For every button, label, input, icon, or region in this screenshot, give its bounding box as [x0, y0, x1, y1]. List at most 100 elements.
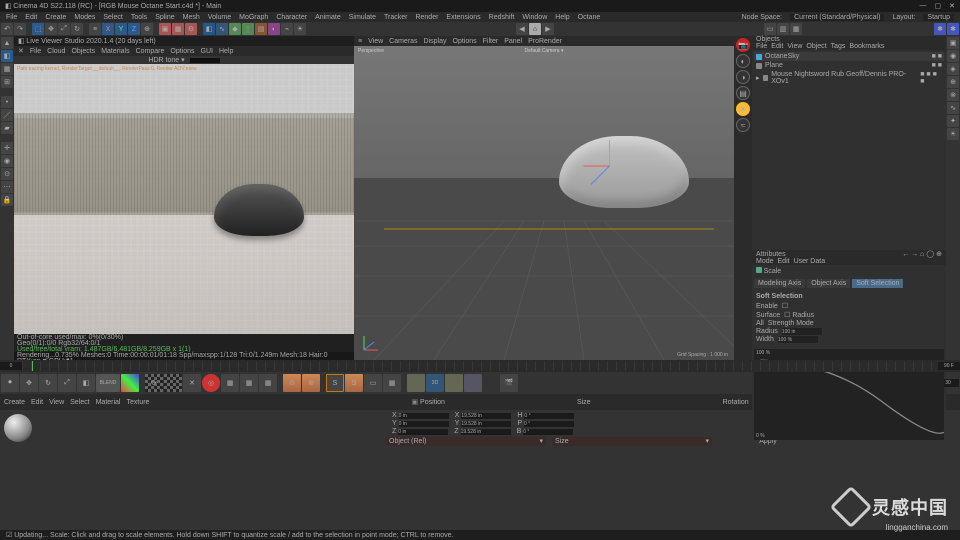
- c-o1[interactable]: ⊙: [283, 374, 301, 392]
- object-manager[interactable]: OctaneSky■ ■ Plane■ ■ ▸Mouse Nightsword …: [752, 50, 946, 250]
- scale-tool[interactable]: ⤢: [58, 23, 70, 35]
- attr-radius-input[interactable]: [782, 328, 822, 335]
- c-random[interactable]: ✕: [183, 374, 201, 392]
- camera-prim[interactable]: ⌁: [281, 23, 293, 35]
- vp-menu-display[interactable]: Display: [424, 38, 447, 45]
- layout-value[interactable]: Startup: [923, 14, 954, 21]
- coord-mode-dropdown[interactable]: Object (Rel)▾: [386, 437, 546, 446]
- mat-tab-edit[interactable]: Edit: [31, 399, 43, 406]
- filter-g[interactable]: ✦: [947, 115, 959, 127]
- menu-help[interactable]: Help: [555, 14, 569, 21]
- menu-mesh[interactable]: Mesh: [183, 14, 200, 21]
- mat-tab-material[interactable]: Material: [96, 399, 121, 406]
- size-y[interactable]: [461, 421, 511, 427]
- vp-menu-cameras[interactable]: Cameras: [389, 38, 417, 45]
- main-viewport[interactable]: ≡ View Cameras Display Options Filter Pa…: [354, 36, 734, 360]
- menu-modes[interactable]: Modes: [74, 14, 95, 21]
- c-tex1[interactable]: [407, 374, 425, 392]
- size-z[interactable]: [461, 429, 511, 435]
- field-prim[interactable]: ▤: [255, 23, 267, 35]
- obj-tab-object[interactable]: Object: [806, 43, 826, 50]
- menu-extensions[interactable]: Extensions: [446, 14, 480, 21]
- c-psr[interactable]: ◧: [77, 374, 95, 392]
- quantize[interactable]: ⋯: [1, 181, 13, 193]
- locked[interactable]: 🔒: [1, 194, 13, 206]
- oct-camera-icon[interactable]: 📷: [736, 38, 750, 52]
- attr-value[interactable]: Strength Mode: [768, 320, 814, 327]
- oct-hdr-icon[interactable]: ◐: [736, 54, 750, 68]
- world-axis[interactable]: ⊕: [141, 23, 153, 35]
- spline-prim[interactable]: ∿: [216, 23, 228, 35]
- c-tex2[interactable]: [445, 374, 463, 392]
- cube-prim[interactable]: ◧: [203, 23, 215, 35]
- view-split[interactable]: ▥: [777, 23, 789, 35]
- c-p1[interactable]: ▭: [364, 374, 382, 392]
- menu-tools[interactable]: Tools: [131, 14, 147, 21]
- rot-p[interactable]: [524, 421, 574, 427]
- rot-h[interactable]: [524, 413, 574, 419]
- lv-menu-compare[interactable]: Compare: [136, 48, 165, 55]
- redo-button[interactable]: ↷: [14, 23, 26, 35]
- render-region-button[interactable]: ▦: [172, 23, 184, 35]
- menu-tracker[interactable]: Tracker: [384, 14, 407, 21]
- vp-menu-filter[interactable]: Filter: [483, 38, 499, 45]
- point-mode[interactable]: •: [1, 96, 13, 108]
- lv-menu-file[interactable]: File: [30, 48, 41, 55]
- model-mode[interactable]: ◧: [1, 50, 13, 62]
- render-settings-button[interactable]: ⚙: [185, 23, 197, 35]
- c-rot[interactable]: ↻: [39, 374, 57, 392]
- render-view-button[interactable]: ▣: [159, 23, 171, 35]
- edge-mode[interactable]: ／: [1, 109, 13, 121]
- history-tool[interactable]: ≡: [89, 23, 101, 35]
- menu-simulate[interactable]: Simulate: [349, 14, 376, 21]
- node-space-value[interactable]: Current (Standard/Physical): [790, 14, 884, 21]
- lv-close-icon[interactable]: ✕: [18, 47, 24, 55]
- axis-z[interactable]: Z: [128, 23, 140, 35]
- attr-checkbox[interactable]: ☐: [782, 302, 788, 310]
- filter-c[interactable]: ◈: [947, 63, 959, 75]
- c-move[interactable]: ✥: [20, 374, 38, 392]
- oct-texture-icon[interactable]: ▤: [736, 86, 750, 100]
- mat-tab-select[interactable]: Select: [70, 399, 89, 406]
- object-row[interactable]: ▸Mouse Nightsword Rub Geoff/Dennis PRO-X…: [754, 70, 944, 86]
- lv-render-view[interactable]: Path tracing kernel, RenderTarget:__defa…: [14, 64, 354, 334]
- view-quad[interactable]: ▦: [790, 23, 802, 35]
- filter-f[interactable]: ∿: [947, 102, 959, 114]
- nav-next[interactable]: ▶: [542, 23, 554, 35]
- c-color[interactable]: [121, 374, 139, 392]
- rot-b[interactable]: [523, 429, 573, 435]
- object-row[interactable]: OctaneSky■ ■: [754, 52, 944, 61]
- c-live[interactable]: ⏺: [1, 374, 19, 392]
- nav-prev[interactable]: ◀: [516, 23, 528, 35]
- menu-mograph[interactable]: MoGraph: [239, 14, 268, 21]
- oct-fog-icon[interactable]: ≈: [736, 118, 750, 132]
- attr-subtab-object[interactable]: Object Axis: [807, 279, 850, 288]
- timeline[interactable]: [0, 360, 960, 372]
- material-manager[interactable]: [0, 410, 380, 450]
- material-swatch[interactable]: [4, 414, 32, 446]
- nav-home[interactable]: ⌂: [529, 23, 541, 35]
- vp-menu-panel[interactable]: Panel: [504, 38, 522, 45]
- attr-tab-userdata[interactable]: User Data: [794, 258, 826, 265]
- workplane-mode[interactable]: ⊞: [1, 76, 13, 88]
- vp-handle-icon[interactable]: ≡: [358, 38, 362, 45]
- window-max[interactable]: ▢: [935, 2, 942, 10]
- pos-x[interactable]: [399, 413, 449, 419]
- generator-prim[interactable]: ◆: [229, 23, 241, 35]
- make-editable[interactable]: ▲: [1, 37, 13, 49]
- mat-tab-texture[interactable]: Texture: [127, 399, 150, 406]
- menu-animate[interactable]: Animate: [315, 14, 341, 21]
- mograph-prim[interactable]: ⋮: [242, 23, 254, 35]
- light-prim[interactable]: ☀: [294, 23, 306, 35]
- deformer-prim[interactable]: ◐: [268, 23, 280, 35]
- c-target[interactable]: ◎: [202, 374, 220, 392]
- c-grid2[interactable]: ▦: [240, 374, 258, 392]
- vp-menu-prorender[interactable]: ProRender: [528, 38, 562, 45]
- obj-tab-edit[interactable]: Edit: [771, 43, 783, 50]
- undo-button[interactable]: ↶: [1, 23, 13, 35]
- timeline-start[interactable]: [0, 362, 22, 370]
- c-scale[interactable]: ⤢: [58, 374, 76, 392]
- obj-tab-file[interactable]: File: [756, 43, 767, 50]
- menu-select[interactable]: Select: [103, 14, 122, 21]
- menu-spline[interactable]: Spline: [155, 14, 174, 21]
